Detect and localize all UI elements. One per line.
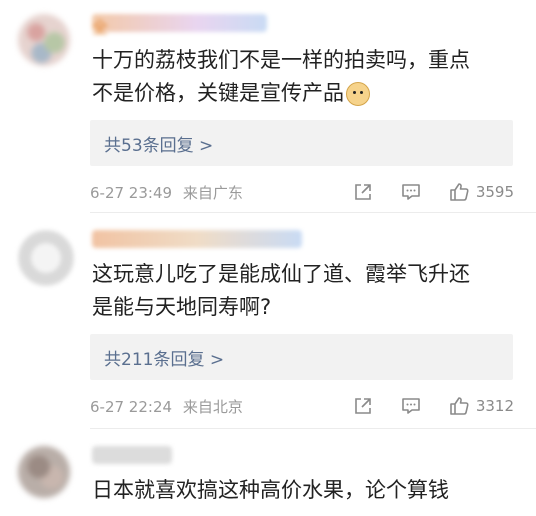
avatar[interactable] xyxy=(18,14,70,66)
comment-meta: 6-27 22:24 来自北京 xyxy=(90,396,243,417)
divider xyxy=(90,212,536,213)
replies-button[interactable]: 共211条回复 > xyxy=(90,334,513,380)
avatar[interactable] xyxy=(18,230,74,286)
share-icon[interactable] xyxy=(352,395,374,417)
divider xyxy=(90,428,536,429)
doge-emoji-icon xyxy=(346,82,370,106)
thumbs-up-icon[interactable] xyxy=(448,395,470,417)
like-count: 3595 xyxy=(475,183,514,201)
avatar[interactable] xyxy=(18,446,70,498)
share-icon[interactable] xyxy=(352,181,374,203)
comment-meta: 6-27 23:49 来自广东 xyxy=(90,182,243,203)
username[interactable] xyxy=(92,446,172,464)
comment-text: 这玩意儿吃了是能成仙了道、霞举飞升还 是能与天地同寿啊? xyxy=(92,262,470,319)
replies-button[interactable]: 共53条回复 > xyxy=(90,120,513,166)
location: 来自广东 xyxy=(182,184,243,202)
comment-text: 日本就喜欢搞这种高价水果，论个算钱 xyxy=(92,478,449,502)
comment-actions: 3595 xyxy=(326,180,514,204)
comment-actions: 3312 xyxy=(326,394,514,418)
username[interactable] xyxy=(92,230,302,248)
username[interactable]: 全 xyxy=(92,14,267,37)
comment-text: 十万的荔枝我们不是一样的拍卖吗，重点 不是价格，关键是宣传产品 xyxy=(92,48,470,106)
comment-icon[interactable] xyxy=(400,181,422,203)
thumbs-up-icon[interactable] xyxy=(448,181,470,203)
like-count: 3312 xyxy=(475,397,514,415)
timestamp: 6-27 23:49 xyxy=(90,184,173,202)
comment-icon[interactable] xyxy=(400,395,422,417)
location: 来自北京 xyxy=(182,398,243,416)
timestamp: 6-27 22:24 xyxy=(90,398,173,416)
